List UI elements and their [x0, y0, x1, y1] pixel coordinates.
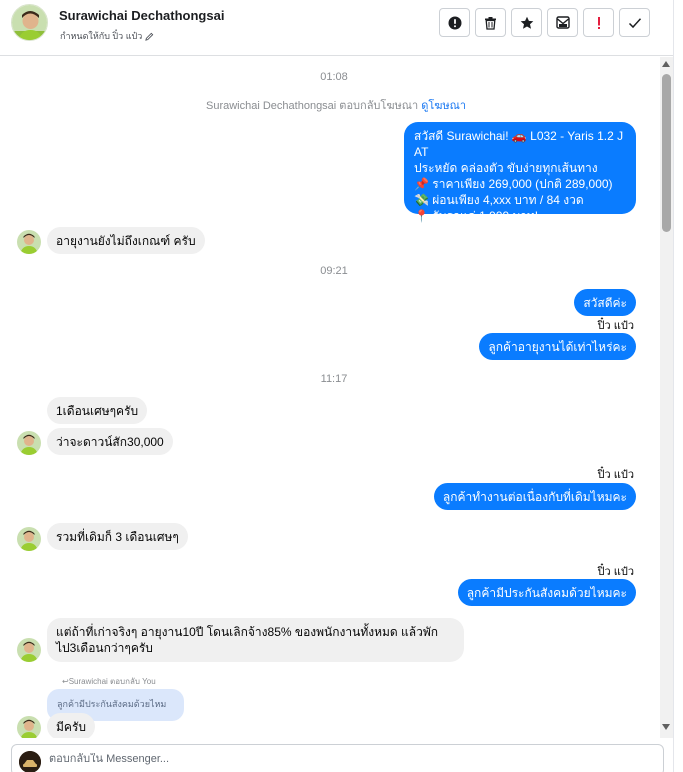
incoming-message[interactable]: 1เดือนเศษๆครับ: [47, 397, 148, 424]
message-line: แต่ถ้าที่เก่าจริงๆ อายุงาน10ปี โดนเลิกจ้…: [56, 625, 439, 639]
avatar[interactable]: [17, 716, 41, 738]
scrollbar-thumb[interactable]: [662, 74, 671, 232]
outgoing-message[interactable]: ลูกค้ามีประกันสังคมด้วยไหมคะ: [457, 579, 636, 606]
assign-label-text: กำหนดให้กับ ปิ๋ว แป๋ว: [60, 31, 143, 41]
seen-by-label: ปิ๋ว แป๋ว: [597, 320, 634, 332]
contact-name[interactable]: Surawichai Dechathongsai: [59, 8, 224, 23]
timestamp: 01:08: [320, 71, 348, 83]
ad-reply-text: Surawichai Dechathongsai ตอบกลับโฆษณา: [206, 100, 419, 112]
reply-input[interactable]: [49, 753, 649, 765]
envelope-icon: [555, 16, 570, 29]
trash-icon: [485, 16, 496, 30]
avatar[interactable]: [17, 527, 41, 551]
mark-unread-button[interactable]: [547, 8, 578, 37]
outgoing-message[interactable]: ลูกค้าทำงานต่อเนื่องกับที่เดิมไหมคะ: [433, 483, 636, 510]
incoming-message[interactable]: มีครับ: [47, 713, 95, 738]
star-button[interactable]: [511, 8, 542, 37]
scroll-up-arrow-icon[interactable]: [662, 61, 670, 67]
message-thread[interactable]: 01:08 Surawichai Dechathongsai ตอบกลับโฆ…: [0, 57, 660, 738]
timestamp: 09:21: [320, 265, 348, 277]
checkmark-icon: [628, 17, 641, 28]
timestamp: 11:17: [320, 373, 348, 385]
ad-message-line: สวัสดี Surawichai! 🚗 L032 - Yaris 1.2 J …: [414, 129, 624, 159]
assign-label[interactable]: กำหนดให้กับ ปิ๋ว แป๋ว: [60, 29, 154, 43]
exclamation-circle-icon: [448, 16, 461, 29]
avatar[interactable]: [17, 230, 41, 254]
incoming-message[interactable]: รวมที่เดิมก็ 3 เดือนเศษๆ: [47, 523, 188, 550]
avatar[interactable]: [17, 431, 41, 455]
page-avatar: [19, 751, 41, 772]
reply-context-label: ↩Surawichai ตอบกลับ You: [62, 677, 156, 686]
ad-message-line: ประหยัด คล่องตัว ขับง่ายทุกเส้นทาง: [414, 161, 598, 175]
message-line: ไป3เดือนกว่าๆครับ: [56, 641, 153, 655]
incoming-message[interactable]: อายุงานยังไม่ถึงเกณฑ์ ครับ: [47, 227, 205, 254]
panel-edge: [673, 0, 683, 772]
contact-avatar[interactable]: [11, 4, 48, 41]
outgoing-message[interactable]: สวัสดีค่ะ: [574, 289, 636, 316]
delete-button[interactable]: [475, 8, 506, 37]
outgoing-message[interactable]: ลูกค้าอายุงานได้เท่าไหร่คะ: [479, 333, 636, 360]
star-icon: [520, 16, 533, 29]
mark-done-button[interactable]: [619, 8, 650, 37]
incoming-message[interactable]: ว่าจะดาวน์สัก30,000: [47, 428, 173, 455]
ad-message-line: 📍 รับรถแค่ 1,999 บาท!: [414, 209, 539, 223]
seen-by-label: ปิ๋ว แป๋ว: [597, 469, 634, 481]
avatar[interactable]: [17, 638, 41, 662]
follow-up-button[interactable]: [583, 8, 614, 37]
reply-composer[interactable]: [11, 744, 664, 772]
view-ad-link[interactable]: ดูโฆษณา: [421, 100, 466, 112]
ad-message-line: 💸 ผ่อนเพียง 4,xxx บาท / 84 งวด: [414, 193, 584, 207]
red-exclamation-icon: [597, 16, 600, 29]
ad-message-bubble[interactable]: สวัสดี Surawichai! 🚗 L032 - Yaris 1.2 J …: [404, 122, 636, 223]
pencil-icon: [145, 32, 154, 41]
incoming-message[interactable]: แต่ถ้าที่เก่าจริงๆ อายุงาน10ปี โดนเลิกจ้…: [47, 618, 464, 662]
ad-reply-notice: Surawichai Dechathongsai ตอบกลับโฆษณา ดู…: [206, 96, 466, 114]
ad-message-line: 📌 ราคาเพียง 269,000 (ปกติ 289,000): [414, 177, 613, 191]
seen-by-label: ปิ๋ว แป๋ว: [597, 566, 634, 578]
conversation-header: Surawichai Dechathongsai กำหนดให้กับ ปิ๋…: [0, 0, 683, 56]
mark-spam-button[interactable]: [439, 8, 470, 37]
scroll-down-arrow-icon[interactable]: [662, 724, 670, 730]
conversation-toolbar: [439, 8, 650, 37]
